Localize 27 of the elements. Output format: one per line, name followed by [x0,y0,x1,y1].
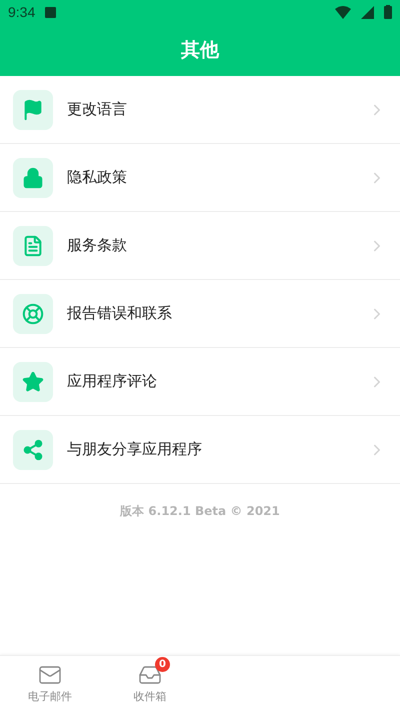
count-badge: 0 [155,657,170,672]
page-title: 其他 [181,38,219,63]
nav-tab[interactable]: 电子邮件 [0,656,100,711]
menu-item[interactable]: 服务条款 [0,212,400,280]
menu-item[interactable]: 应用程序评论 [0,348,400,416]
version-text: 版本 6.12.1 Beta © 2021 [120,504,280,518]
menu-item-label: 更改语言 [67,100,128,119]
share-icon [13,430,53,470]
wifi-icon [335,6,351,18]
menu-item[interactable]: 隐私政策 [0,144,400,212]
lock-icon [13,158,53,198]
signal-icon [361,6,374,18]
menu-item-label: 隐私政策 [67,168,128,187]
lifebuoy-icon [13,294,53,334]
menu-item-label: 应用程序评论 [67,372,158,391]
notification-icon [45,6,56,18]
flag-icon [13,90,53,130]
menu-item[interactable]: 与朋友分享应用程序 [0,416,400,484]
menu-item-label: 报告错误和联系 [67,304,173,323]
document-icon [13,226,53,266]
menu-item[interactable]: 更改语言 [0,76,400,144]
menu-item[interactable]: 报告错误和联系 [0,280,400,348]
menu-item-label: 与朋友分享应用程序 [67,440,203,459]
battery-icon [384,5,392,19]
nav-tab[interactable]: 0 收件箱 [100,656,200,711]
status-time: 9:34 [8,4,36,20]
menu-item-label: 服务条款 [67,236,128,255]
